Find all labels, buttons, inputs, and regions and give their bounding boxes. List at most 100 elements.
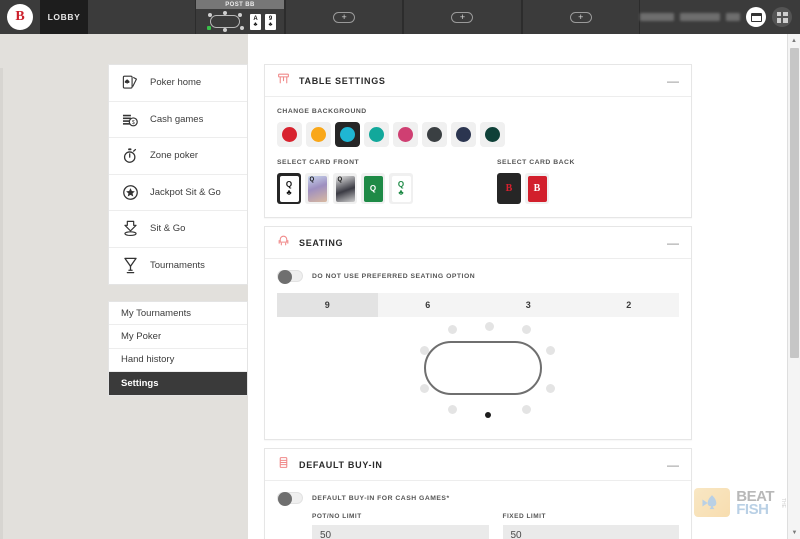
card-back-group: SELECT CARD BACK B B [497,159,677,204]
tab-hole-card-2: 9 ♣ [265,14,276,30]
add-table-button[interactable]: + [451,12,473,23]
seat-option[interactable] [522,325,531,334]
card-rank: Q [370,185,376,193]
seat-option[interactable] [420,384,429,393]
default-buyin-toggle[interactable] [277,492,303,504]
seat-option[interactable] [485,322,494,331]
fixed-limit-input[interactable] [503,525,680,539]
mini-seat [238,13,242,17]
seat-count-6[interactable]: 6 [378,293,479,317]
card-style-row: SELECT CARD FRONT Q ♣ [277,159,679,204]
select-card-front-label: SELECT CARD FRONT [277,159,497,166]
background-swatch[interactable] [393,122,418,147]
sidebar-item-zone-poker[interactable]: Zone poker [109,138,247,175]
preferred-seating-toggle[interactable] [277,270,303,282]
card-title: DEFAULT BUY-IN [299,460,383,470]
card-front-option[interactable]: Q [333,173,357,204]
background-swatch[interactable] [422,122,447,147]
buyin-fields-wrapper: POT/NO LIMIT FIXED LIMIT If your Buy-in … [277,513,679,539]
seat-count-2[interactable]: 2 [579,293,680,317]
sidebar-item-tournaments[interactable]: Tournaments [109,248,247,285]
mini-seat [223,28,227,32]
playing-cards-icon [121,73,140,92]
seat-option[interactable] [522,405,531,414]
card-back-option-selected[interactable]: B [497,173,521,204]
sidebar-item-my-poker[interactable]: My Poker [109,325,247,348]
background-swatch[interactable] [480,122,505,147]
card-back-option[interactable]: B [525,173,549,204]
seat-option[interactable] [546,346,555,355]
seat-count-9[interactable]: 9 [277,293,378,317]
default-buyin-card: DEFAULT BUY-IN — DEFAULT BUY-IN FOR CASH… [264,448,692,539]
pot-no-limit-input[interactable] [312,525,489,539]
vertical-scrollbar[interactable]: ▲ ▼ [787,34,800,539]
window-icon[interactable] [746,7,766,27]
seat-option[interactable] [546,384,555,393]
card-front-option-selected[interactable]: Q ♣ [277,173,301,204]
mini-table-icon [204,12,246,32]
card-front-option[interactable]: Q [305,173,329,204]
tab-empty-1[interactable]: + [285,0,403,34]
pot-no-limit-group: POT/NO LIMIT [312,513,489,539]
card-title: TABLE SETTINGS [299,76,386,86]
seat-count-tabs: 9 6 3 2 [277,293,679,317]
card-suit: ♣ [286,189,291,197]
sidebar-item-jackpot-sit-and-go[interactable]: Jackpot Sit & Go [109,175,247,212]
scroll-up-arrow[interactable]: ▲ [788,34,800,47]
sidebar-item-my-tournaments[interactable]: My Tournaments [109,302,247,325]
scrollbar-thumb[interactable] [790,48,799,358]
sidebar-sub-label: My Tournaments [121,308,191,319]
tab-empty-2[interactable]: + [403,0,521,34]
sidebar: Poker home $ Cash games Zone poker [108,64,248,396]
seat-option[interactable] [448,325,457,334]
sidebar-item-poker-home[interactable]: Poker home [109,65,247,102]
select-card-back-label: SELECT CARD BACK [497,159,677,166]
tab-lobby[interactable]: LOBBY [40,0,88,34]
sidebar-sub-label: My Poker [121,331,161,342]
brand-logo[interactable]: B [0,0,40,34]
account-balance-redacted [680,13,720,21]
collapse-icon[interactable]: — [667,459,679,471]
card-face-king: Q [308,176,327,202]
mini-seat [240,26,244,30]
tab-spacer [88,0,195,34]
seat-count-3[interactable]: 3 [478,293,579,317]
card-face-green-light: Q ♣ [392,176,411,202]
grid-icon[interactable] [772,7,792,27]
sidebar-item-label: Jackpot Sit & Go [150,187,221,198]
sidebar-item-hand-history[interactable]: Hand history [109,349,247,372]
tab-table-post-bb[interactable]: POST BB A ♣ 9 ♣ [195,0,285,34]
fixed-limit-group: FIXED LIMIT [503,513,680,539]
background-swatch[interactable] [451,122,476,147]
sidebar-item-cash-games[interactable]: $ Cash games [109,102,247,139]
background-swatch[interactable] [306,122,331,147]
seat-option-selected[interactable] [485,412,491,418]
tab-table-title: POST BB [196,0,284,9]
collapse-icon[interactable]: — [667,237,679,249]
seat-option[interactable] [448,405,457,414]
default-buyin-toggle-label: DEFAULT BUY-IN FOR CASH GAMES* [312,495,450,502]
add-table-button[interactable]: + [570,12,592,23]
card-back-options: B B [497,173,677,204]
card-suit: ♣ [398,189,403,197]
sidebar-item-settings[interactable]: Settings [109,372,247,395]
sidebar-sub-nav: My Tournaments My Poker Hand history Set… [108,301,248,396]
tab-empty-3[interactable]: + [522,0,640,34]
buyin-inputs: POT/NO LIMIT FIXED LIMIT [312,513,679,539]
card-front-option[interactable]: Q ♣ [389,173,413,204]
card-face-green-solid: Q [364,176,383,202]
seat-icon [277,234,290,252]
seat-option[interactable] [420,346,429,355]
background-swatch-selected[interactable] [335,122,360,147]
scroll-down-arrow[interactable]: ▼ [788,526,800,539]
beat-the-fish-watermark: BEAT FISH THE [694,488,786,517]
add-table-button[interactable]: + [333,12,355,23]
background-swatch[interactable] [364,122,389,147]
collapse-icon[interactable]: — [667,75,679,87]
background-swatch[interactable] [277,122,302,147]
fish-spade-icon [694,488,730,517]
sidebar-item-sit-and-go[interactable]: Sit & Go [109,211,247,248]
card-front-option[interactable]: Q [361,173,385,204]
chips-icon: $ [121,110,140,129]
card-face-queen: Q [336,176,355,202]
